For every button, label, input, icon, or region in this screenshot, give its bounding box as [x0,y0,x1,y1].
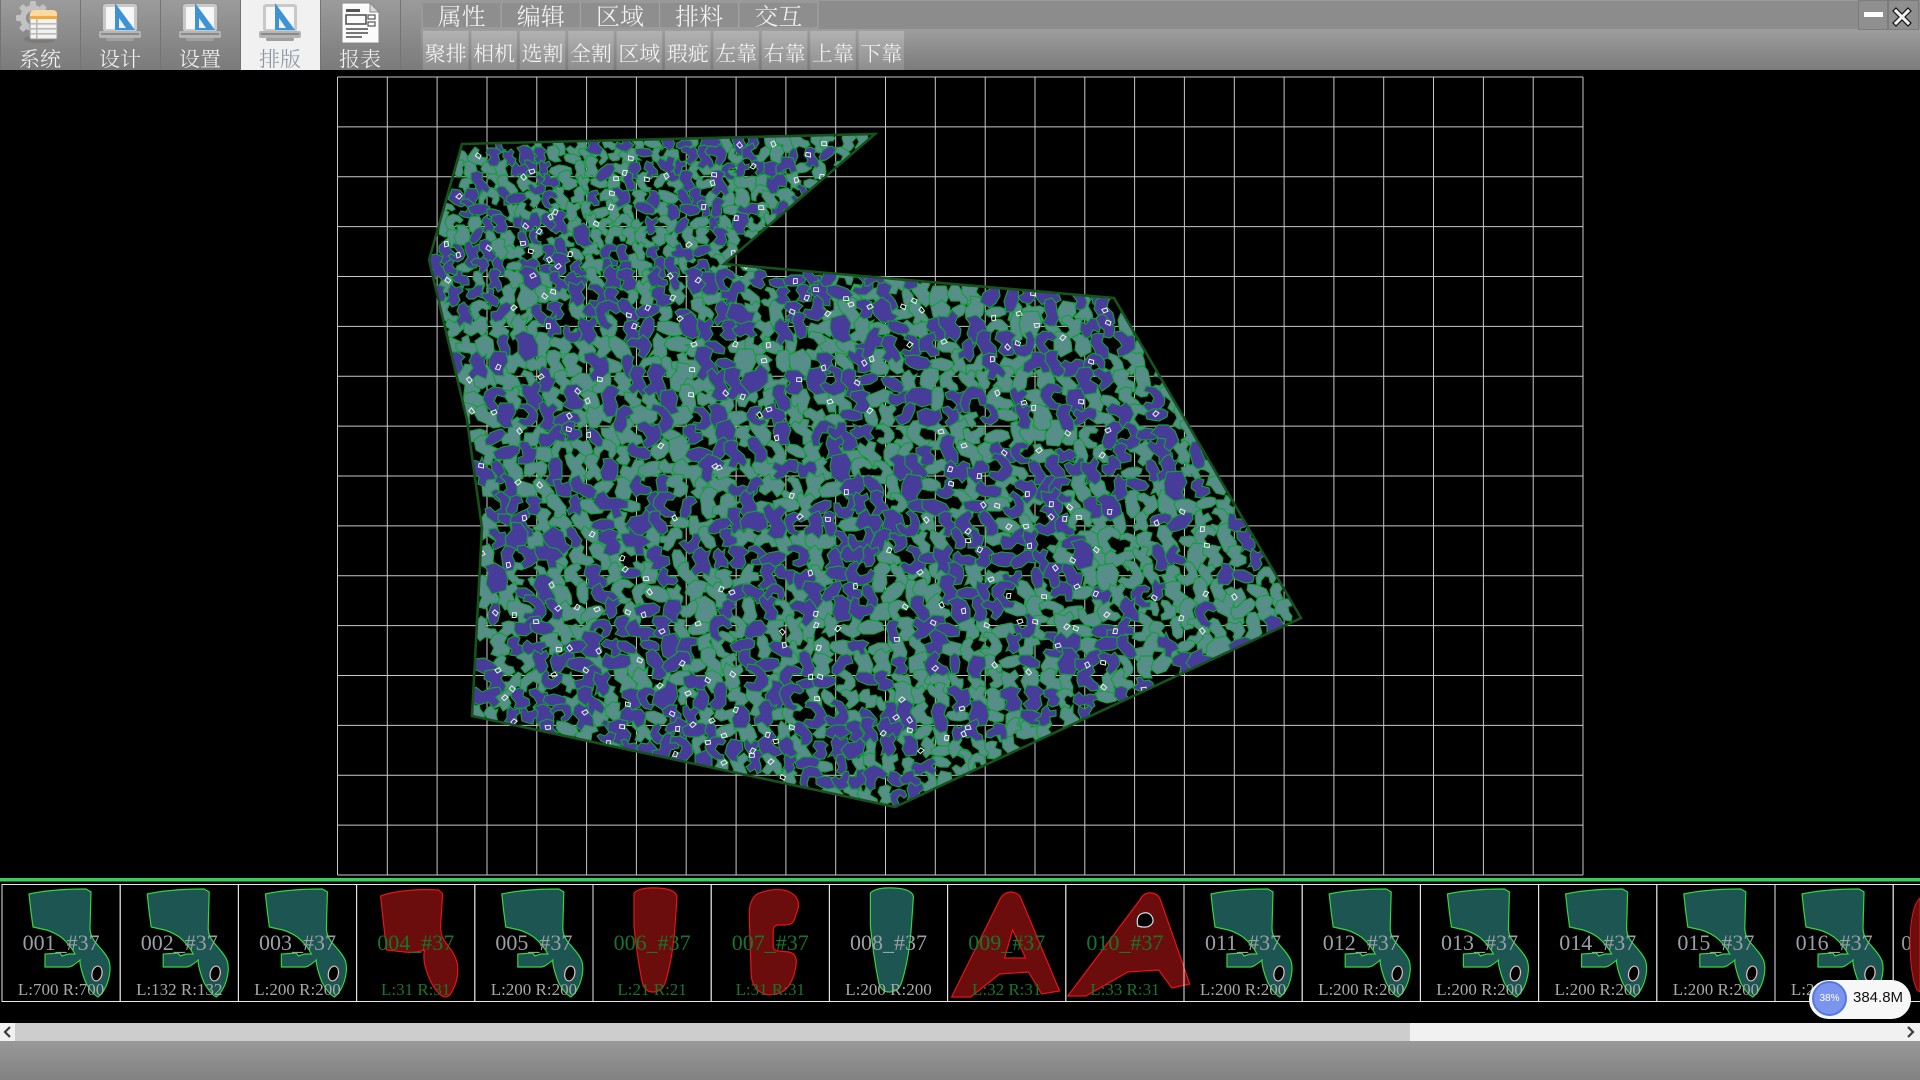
svg-text:002_#37: 002_#37 [141,930,218,955]
svg-text:008_#37: 008_#37 [850,930,927,955]
svg-text:L:200 R:200: L:200 R:200 [1673,980,1759,999]
svg-text:L:32 R:31: L:32 R:31 [972,980,1041,999]
svg-text:L:31 R:31: L:31 R:31 [736,980,805,999]
svg-text:015_#37: 015_#37 [1677,930,1754,955]
svg-text:L:21 R:21: L:21 R:21 [617,980,686,999]
svg-text:L:200 R:200: L:200 R:200 [845,980,931,999]
svg-text:L:132 R:132: L:132 R:132 [136,980,222,999]
svg-text:006_#37: 006_#37 [614,930,691,955]
svg-text:L:200 R:200: L:200 R:200 [1554,980,1640,999]
svg-text:010_#37: 010_#37 [1086,930,1163,955]
svg-text:016_#37: 016_#37 [1796,930,1873,955]
svg-text:L:700 R:700: L:700 R:700 [18,980,104,999]
svg-text:001_#37: 001_#37 [23,930,100,955]
svg-text:004_#37: 004_#37 [377,930,454,955]
svg-text:L:31 R:31: L:31 R:31 [381,980,450,999]
svg-text:L:200 R:200: L:200 R:200 [1436,980,1522,999]
svg-text:012_#37: 012_#37 [1323,930,1400,955]
svg-text:L:33 R:31: L:33 R:31 [1090,980,1159,999]
svg-text:013_#37: 013_#37 [1441,930,1518,955]
svg-text:011_#37: 011_#37 [1205,930,1281,955]
svg-text:007_#37: 007_#37 [732,930,809,955]
svg-text:009_#37: 009_#37 [968,930,1045,955]
svg-text:003_#37: 003_#37 [259,930,336,955]
svg-text:L:200 R:200: L:200 R:200 [491,980,577,999]
svg-text:L:200 R:200: L:200 R:200 [254,980,340,999]
svg-text:014_#37: 014_#37 [1559,930,1636,955]
svg-text:L:200 R:200: L:200 R:200 [1200,980,1286,999]
svg-text:L:200 R:200: L:200 R:200 [1318,980,1404,999]
svg-text:005_#37: 005_#37 [495,930,572,955]
